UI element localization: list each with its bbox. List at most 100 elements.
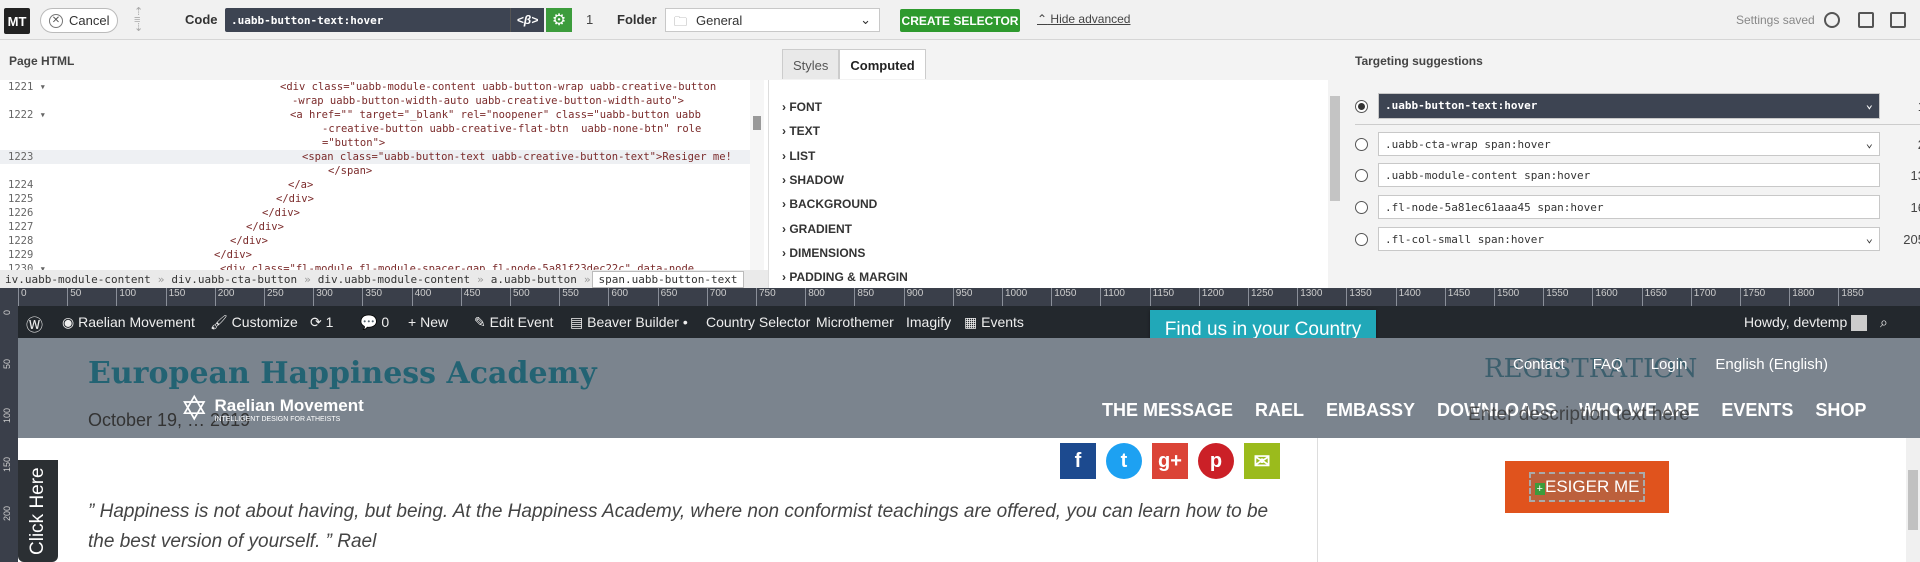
- code-scroll-thumb[interactable]: [753, 116, 761, 130]
- click-here-tab[interactable]: Click Here: [18, 460, 58, 562]
- code-line[interactable]: -creative-button uabb-creative-flat-btn …: [0, 122, 750, 136]
- selector-code-input[interactable]: .uabb-button-text:hover: [225, 8, 510, 32]
- chevron-down-icon[interactable]: ⌄: [1866, 97, 1873, 111]
- computed-prop-background[interactable]: › BACKGROUND: [782, 197, 877, 211]
- suggestion-radio[interactable]: [1355, 200, 1368, 214]
- facebook-icon[interactable]: f: [1060, 443, 1096, 479]
- gear-icon[interactable]: ⚙: [546, 8, 572, 32]
- microthemer-logo[interactable]: MT: [4, 8, 30, 34]
- register-button-text[interactable]: + ESIGER ME: [1528, 472, 1646, 502]
- suggestion-row[interactable]: .fl-col-small span:hover ⌄ 205: [1355, 227, 1920, 251]
- admin-beaver-builder-link[interactable]: ▤ Beaver Builder •: [570, 314, 688, 331]
- code-line[interactable]: 1224 </a>: [0, 178, 750, 192]
- nav-item-the-message[interactable]: THE MESSAGE: [1102, 400, 1233, 421]
- page-scroll-thumb[interactable]: [1908, 470, 1918, 530]
- computed-prop-font[interactable]: › FONT: [782, 100, 822, 114]
- suggestion-radio[interactable]: [1355, 232, 1368, 246]
- breadcrumb-item[interactable]: div.uabb-cta-button: [166, 273, 302, 286]
- computed-prop-list[interactable]: › LIST: [782, 149, 815, 163]
- computed-prop-padding-margin[interactable]: › PADDING & MARGIN: [782, 270, 908, 284]
- code-line[interactable]: 1229 </div>: [0, 248, 750, 262]
- suggestion-radio[interactable]: [1355, 137, 1368, 151]
- code-line[interactable]: -wrap uabb-button-width-auto uabb-creati…: [0, 94, 750, 108]
- top-nav-faq[interactable]: FAQ: [1593, 356, 1623, 373]
- code-line[interactable]: 1222 ▾ <a href="" target="_blank" rel="no…: [0, 108, 750, 122]
- wordpress-icon[interactable]: Ⓦ: [26, 311, 43, 336]
- history-icon[interactable]: [1824, 12, 1840, 28]
- chevron-down-icon[interactable]: ⌄: [1866, 231, 1873, 245]
- code-line[interactable]: 1230 ▾ <div class="fl-module fl-module-sp…: [0, 262, 750, 270]
- code-line[interactable]: 1226 </div>: [0, 206, 750, 220]
- computed-prop-gradient[interactable]: › GRADIENT: [782, 222, 852, 236]
- nav-item-shop[interactable]: SHOP: [1815, 400, 1866, 421]
- google-plus-icon[interactable]: g+: [1152, 443, 1188, 479]
- folder-select[interactable]: 🗀 General ⌄: [665, 8, 880, 32]
- html-code-editor[interactable]: 1221 ▾ <div class="uabb-module-content ua…: [0, 80, 768, 270]
- suggestion-selector[interactable]: .fl-col-small span:hover ⌄: [1378, 227, 1880, 251]
- top-nav-english-english-[interactable]: English (English): [1715, 356, 1828, 373]
- email-icon[interactable]: ✉: [1244, 443, 1280, 479]
- chevron-down-icon[interactable]: ⌄: [1866, 136, 1873, 150]
- code-line[interactable]: 1228 </div>: [0, 234, 750, 248]
- admin-edit-event-link[interactable]: ✎ Edit Event: [474, 314, 553, 331]
- suggestion-selector[interactable]: .uabb-button-text:hover ⌄: [1378, 93, 1880, 119]
- top-nav-login[interactable]: Login: [1651, 356, 1688, 373]
- code-scrollbar[interactable]: [750, 80, 764, 270]
- code-line[interactable]: ="button">: [0, 136, 750, 150]
- breadcrumb-item[interactable]: span.uabb-button-text: [592, 270, 744, 288]
- cancel-button[interactable]: ✕ Cancel: [40, 8, 118, 33]
- top-nav-contact[interactable]: Contact: [1513, 356, 1565, 373]
- admin-new-link[interactable]: + New: [408, 314, 448, 330]
- ruler-tick: 950: [952, 288, 972, 306]
- code-line[interactable]: </span>: [0, 164, 750, 178]
- admin-updates-link[interactable]: ⟳ 1: [310, 314, 333, 331]
- breadcrumb-item[interactable]: iv.uabb-module-content: [0, 273, 156, 286]
- code-view-button[interactable]: <β>: [510, 8, 544, 32]
- expand-icon[interactable]: [1890, 12, 1906, 28]
- register-button[interactable]: + ESIGER ME: [1505, 461, 1669, 513]
- admin-customize-link[interactable]: 🖌 Customize: [210, 314, 298, 331]
- layout-icon[interactable]: [1858, 12, 1874, 28]
- breadcrumb-item[interactable]: a.uabb-button: [486, 273, 582, 286]
- breadcrumb-item[interactable]: div.uabb-module-content: [313, 273, 475, 286]
- admin-howdy[interactable]: Howdy, devtemp: [1744, 314, 1868, 332]
- pinterest-icon[interactable]: p: [1198, 443, 1234, 479]
- nav-item-events[interactable]: EVENTS: [1721, 400, 1793, 421]
- admin-imagify-link[interactable]: Imagify: [906, 314, 951, 330]
- tab-computed[interactable]: Computed: [839, 49, 926, 79]
- computed-prop-dimensions[interactable]: › DIMENSIONS: [782, 246, 865, 260]
- computed-prop-text[interactable]: › TEXT: [782, 124, 820, 138]
- admin-country-selector-link[interactable]: Country Selector: [706, 314, 810, 330]
- create-selector-button[interactable]: CREATE SELECTOR: [900, 9, 1020, 32]
- code-line[interactable]: 1223 <span class="uabb-button-text uabb-c…: [0, 150, 750, 164]
- nav-item-embassy[interactable]: EMBASSY: [1326, 400, 1415, 421]
- admin-microthemer-link[interactable]: Microthemer: [816, 314, 894, 330]
- tab-styles[interactable]: Styles: [782, 49, 840, 79]
- suggestion-radio[interactable]: [1355, 99, 1368, 113]
- code-text: <span class="uabb-button-text uabb-creat…: [302, 151, 732, 163]
- raelian-logo[interactable]: ✡ Raelian Movement INTELLIGENT DESIGN FO…: [180, 392, 364, 426]
- admin-site-link[interactable]: ◉ Raelian Movement: [62, 314, 195, 331]
- twitter-icon[interactable]: t: [1106, 443, 1142, 479]
- site-title[interactable]: European Happiness Academy: [88, 356, 597, 391]
- admin-comments-link[interactable]: 💬 0: [360, 314, 389, 331]
- search-icon[interactable]: ⌕: [1880, 314, 1888, 331]
- suggestion-row[interactable]: .uabb-button-text:hover ⌄ 1: [1355, 93, 1920, 119]
- code-line[interactable]: 1227 </div>: [0, 220, 750, 234]
- suggestion-selector[interactable]: .uabb-cta-wrap span:hover ⌄: [1378, 132, 1880, 156]
- suggestion-row[interactable]: .uabb-module-content span:hover 13: [1355, 163, 1920, 187]
- suggestion-row[interactable]: .uabb-cta-wrap span:hover ⌄ 2: [1355, 132, 1920, 156]
- suggestion-selector[interactable]: .fl-node-5a81ec61aaa45 span:hover: [1378, 195, 1880, 219]
- admin-customize-label: Customize: [231, 314, 298, 330]
- drag-handle-icon[interactable]: ⇡ ≡ ⇣: [134, 7, 143, 34]
- hide-advanced-link[interactable]: ⌃ Hide advanced: [1037, 12, 1130, 26]
- computed-prop-shadow[interactable]: › SHADOW: [782, 173, 844, 187]
- suggestion-row[interactable]: .fl-node-5a81ec61aaa45 span:hover 16: [1355, 195, 1920, 219]
- admin-events-link[interactable]: ▦ Events: [964, 314, 1024, 331]
- code-line[interactable]: 1225 </div>: [0, 192, 750, 206]
- suggestion-selector[interactable]: .uabb-module-content span:hover: [1378, 163, 1880, 187]
- suggestion-radio[interactable]: [1355, 168, 1368, 182]
- props-scrollbar[interactable]: [1330, 96, 1340, 201]
- nav-item-rael[interactable]: RAEL: [1255, 400, 1304, 421]
- code-line[interactable]: 1221 ▾ <div class="uabb-module-content ua…: [0, 80, 750, 94]
